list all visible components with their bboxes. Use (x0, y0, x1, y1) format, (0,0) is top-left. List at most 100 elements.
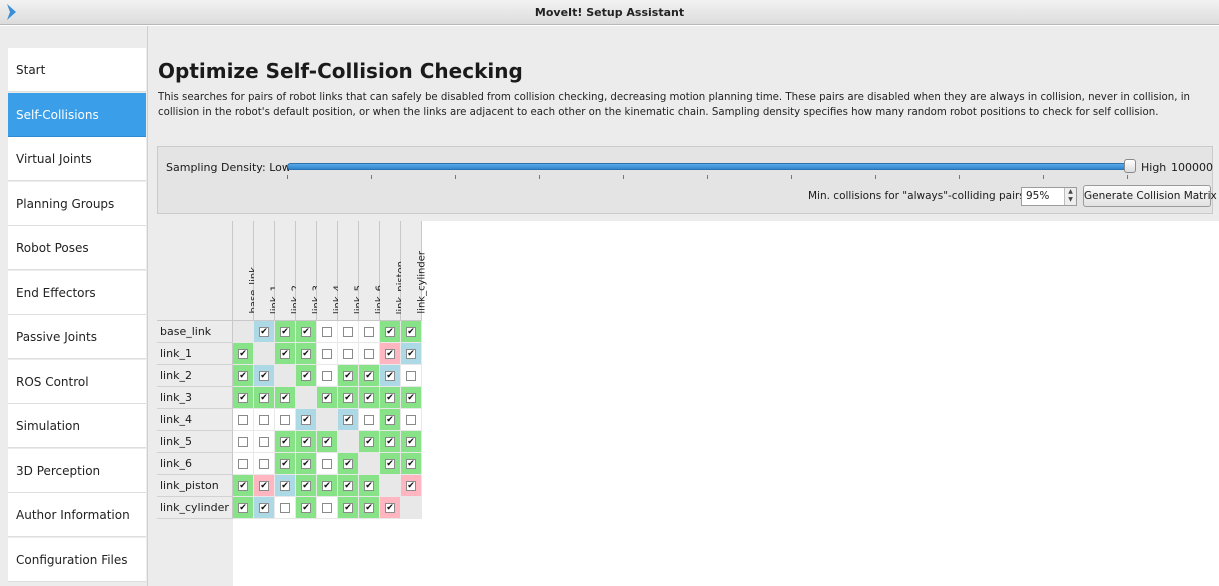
sidebar-item-self-collisions[interactable]: Self-Collisions (8, 92, 146, 137)
matrix-cell[interactable]: ✔ (254, 387, 275, 409)
matrix-cell[interactable]: ✔ (380, 497, 401, 519)
checked-checkbox[interactable]: ✔ (322, 393, 332, 403)
matrix-cell[interactable] (254, 409, 275, 431)
slider-handle[interactable] (1124, 159, 1136, 173)
matrix-cell[interactable] (359, 321, 380, 343)
sidebar-item-simulation[interactable]: Simulation (8, 404, 146, 448)
checked-checkbox[interactable]: ✔ (238, 481, 248, 491)
unchecked-checkbox[interactable] (364, 327, 374, 337)
checked-checkbox[interactable]: ✔ (238, 371, 248, 381)
unchecked-checkbox[interactable] (322, 459, 332, 469)
unchecked-checkbox[interactable] (280, 415, 290, 425)
matrix-cell[interactable]: ✔ (338, 453, 359, 475)
matrix-cell[interactable]: ✔ (317, 387, 338, 409)
checked-checkbox[interactable]: ✔ (385, 437, 395, 447)
checked-checkbox[interactable]: ✔ (322, 481, 332, 491)
matrix-cell[interactable] (233, 453, 254, 475)
sidebar-item-virtual-joints[interactable]: Virtual Joints (8, 137, 146, 181)
unchecked-checkbox[interactable] (238, 459, 248, 469)
checked-checkbox[interactable]: ✔ (301, 415, 311, 425)
checked-checkbox[interactable]: ✔ (301, 503, 311, 513)
checked-checkbox[interactable]: ✔ (406, 393, 416, 403)
matrix-cell[interactable]: ✔ (380, 409, 401, 431)
matrix-cell[interactable]: ✔ (317, 431, 338, 453)
matrix-cell[interactable]: ✔ (338, 387, 359, 409)
checked-checkbox[interactable]: ✔ (322, 437, 332, 447)
matrix-cell[interactable] (317, 365, 338, 387)
checked-checkbox[interactable]: ✔ (301, 371, 311, 381)
matrix-cell[interactable] (275, 497, 296, 519)
checked-checkbox[interactable]: ✔ (259, 393, 269, 403)
matrix-cell[interactable]: ✔ (275, 475, 296, 497)
checked-checkbox[interactable]: ✔ (364, 481, 374, 491)
unchecked-checkbox[interactable] (364, 349, 374, 359)
checked-checkbox[interactable]: ✔ (280, 481, 290, 491)
matrix-cell[interactable] (338, 343, 359, 365)
matrix-cell[interactable]: ✔ (296, 343, 317, 365)
checked-checkbox[interactable]: ✔ (259, 327, 269, 337)
checked-checkbox[interactable]: ✔ (238, 503, 248, 513)
checked-checkbox[interactable]: ✔ (343, 393, 353, 403)
matrix-cell[interactable]: ✔ (359, 387, 380, 409)
matrix-cell[interactable]: ✔ (401, 453, 422, 475)
matrix-cell[interactable] (233, 431, 254, 453)
matrix-cell[interactable]: ✔ (359, 365, 380, 387)
matrix-cell[interactable]: ✔ (317, 475, 338, 497)
checked-checkbox[interactable]: ✔ (301, 481, 311, 491)
checked-checkbox[interactable]: ✔ (238, 349, 248, 359)
checked-checkbox[interactable]: ✔ (301, 349, 311, 359)
checked-checkbox[interactable]: ✔ (406, 481, 416, 491)
checked-checkbox[interactable]: ✔ (280, 459, 290, 469)
checked-checkbox[interactable]: ✔ (301, 437, 311, 447)
sidebar-item-planning-groups[interactable]: Planning Groups (8, 181, 146, 226)
unchecked-checkbox[interactable] (238, 437, 248, 447)
checked-checkbox[interactable]: ✔ (385, 415, 395, 425)
checked-checkbox[interactable]: ✔ (385, 349, 395, 359)
matrix-cell[interactable] (317, 497, 338, 519)
matrix-cell[interactable]: ✔ (338, 365, 359, 387)
matrix-cell[interactable]: ✔ (338, 475, 359, 497)
unchecked-checkbox[interactable] (322, 503, 332, 513)
checked-checkbox[interactable]: ✔ (280, 437, 290, 447)
checked-checkbox[interactable]: ✔ (406, 437, 416, 447)
matrix-cell[interactable] (401, 409, 422, 431)
matrix-cell[interactable]: ✔ (233, 475, 254, 497)
matrix-cell[interactable]: ✔ (380, 321, 401, 343)
checked-checkbox[interactable]: ✔ (385, 327, 395, 337)
unchecked-checkbox[interactable] (343, 327, 353, 337)
unchecked-checkbox[interactable] (238, 415, 248, 425)
unchecked-checkbox[interactable] (322, 349, 332, 359)
matrix-cell[interactable]: ✔ (296, 431, 317, 453)
spin-down-icon[interactable]: ▼ (1067, 196, 1074, 204)
sidebar-item-ros-control[interactable]: ROS Control (8, 359, 146, 404)
sampling-density-slider[interactable] (287, 163, 1127, 170)
matrix-cell[interactable]: ✔ (359, 431, 380, 453)
matrix-cell[interactable]: ✔ (296, 321, 317, 343)
matrix-cell[interactable]: ✔ (401, 387, 422, 409)
checked-checkbox[interactable]: ✔ (385, 393, 395, 403)
spinner-arrows[interactable]: ▲ ▼ (1064, 188, 1076, 205)
matrix-cell[interactable] (275, 409, 296, 431)
matrix-cell[interactable]: ✔ (254, 365, 275, 387)
matrix-cell[interactable] (317, 321, 338, 343)
checked-checkbox[interactable]: ✔ (343, 459, 353, 469)
matrix-cell[interactable]: ✔ (401, 321, 422, 343)
matrix-cell[interactable]: ✔ (296, 365, 317, 387)
matrix-cell[interactable]: ✔ (296, 497, 317, 519)
checked-checkbox[interactable]: ✔ (385, 371, 395, 381)
checked-checkbox[interactable]: ✔ (364, 503, 374, 513)
checked-checkbox[interactable]: ✔ (364, 393, 374, 403)
sidebar-item-passive-joints[interactable]: Passive Joints (8, 315, 146, 359)
matrix-cell[interactable]: ✔ (254, 497, 275, 519)
checked-checkbox[interactable]: ✔ (343, 371, 353, 381)
generate-collision-matrix-button[interactable]: Generate Collision Matrix (1083, 185, 1217, 207)
min-collisions-spinner[interactable]: 95% ▲ ▼ (1021, 187, 1077, 206)
checked-checkbox[interactable]: ✔ (238, 393, 248, 403)
matrix-cell[interactable]: ✔ (233, 497, 254, 519)
matrix-cell[interactable] (317, 453, 338, 475)
matrix-cell[interactable]: ✔ (275, 453, 296, 475)
unchecked-checkbox[interactable] (259, 459, 269, 469)
matrix-cell[interactable]: ✔ (380, 453, 401, 475)
unchecked-checkbox[interactable] (259, 415, 269, 425)
checked-checkbox[interactable]: ✔ (364, 371, 374, 381)
